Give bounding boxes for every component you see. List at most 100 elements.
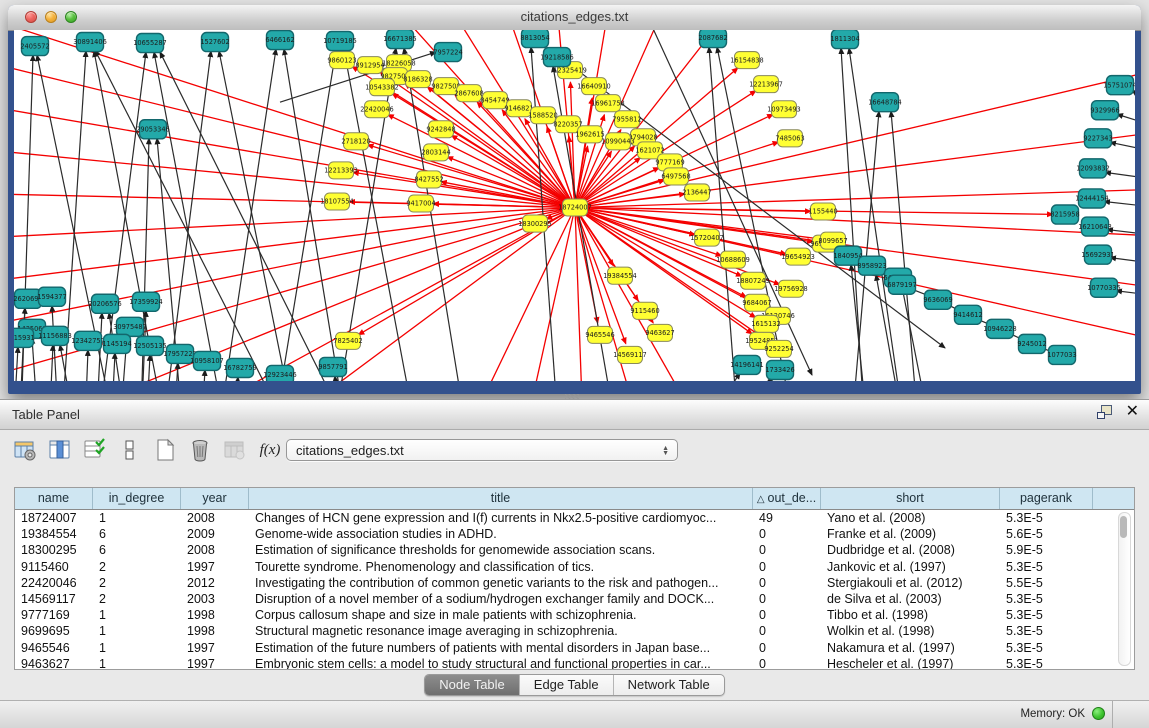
graph-node[interactable]: 3915931 xyxy=(14,328,35,347)
new-table-icon[interactable] xyxy=(152,437,178,463)
graph-node[interactable]: 6466162 xyxy=(265,31,294,50)
graph-node[interactable]: 9636069 xyxy=(923,290,952,309)
graph-node[interactable]: 18107554 xyxy=(320,193,354,210)
selected-edge[interactable] xyxy=(575,98,592,207)
graph-node[interactable]: 19756928 xyxy=(774,280,808,297)
graph-node[interactable]: 16671385 xyxy=(383,30,417,49)
graph-node[interactable]: 22420046 xyxy=(360,101,394,118)
graph-node[interactable]: 10946228 xyxy=(983,319,1017,338)
delete-table-icon[interactable] xyxy=(187,437,213,463)
graph-node[interactable]: 16154838 xyxy=(730,52,764,69)
selected-edge[interactable] xyxy=(367,145,575,208)
edge[interactable] xyxy=(1117,114,1135,124)
edge[interactable] xyxy=(720,377,773,381)
graph-node[interactable]: 8427552 xyxy=(414,171,443,188)
table-selector-dropdown[interactable]: citations_edges.txt ▲▼ xyxy=(286,439,678,461)
graph-node[interactable]: 18807249 xyxy=(736,272,770,289)
graph-node[interactable]: 9252254 xyxy=(764,340,793,357)
table-row[interactable]: 2242004622012Investigating the contribut… xyxy=(15,575,1134,591)
edge[interactable] xyxy=(891,111,918,381)
table-row[interactable]: 1872400712008Changes of HCN gene express… xyxy=(15,510,1134,526)
edge[interactable] xyxy=(14,347,18,381)
graph-node[interactable]: 11156883 xyxy=(38,326,72,345)
graph-node[interactable]: 1155440 xyxy=(808,203,837,220)
table-row[interactable]: 969969511998Structural magnetic resonanc… xyxy=(15,623,1134,639)
table-row[interactable]: 1938455462009Genome-wide association stu… xyxy=(15,526,1134,542)
edge[interactable] xyxy=(154,52,230,381)
citation-network-graph[interactable]: 1872400798601238912954182260589827509105… xyxy=(14,30,1135,381)
graph-node[interactable]: 2087682 xyxy=(698,30,727,48)
graph-node[interactable]: 10655287 xyxy=(133,34,167,53)
graph-node[interactable]: 10719185 xyxy=(323,32,357,51)
edge[interactable] xyxy=(219,51,300,381)
column-header-title[interactable]: title xyxy=(249,488,753,509)
graph-node[interactable]: 30975487 xyxy=(113,317,147,336)
graph-node[interactable]: 16210643 xyxy=(1078,217,1112,236)
graph-node[interactable]: 15720407 xyxy=(690,229,724,246)
graph-node[interactable]: 7955812 xyxy=(612,111,641,128)
graph-node[interactable]: 12213967 xyxy=(749,76,783,93)
graph-node[interactable]: 10990443 xyxy=(601,133,635,150)
column-header-name[interactable]: name xyxy=(15,488,93,509)
graph-node[interactable]: 6879197 xyxy=(887,275,916,294)
select-rows-icon[interactable] xyxy=(82,437,108,463)
graph-node[interactable]: 10770335 xyxy=(1087,278,1121,297)
import-table-icon[interactable] xyxy=(222,437,248,463)
graph-node[interactable]: 16961758 xyxy=(591,95,625,112)
edge[interactable] xyxy=(200,370,205,381)
scrollbar-thumb[interactable] xyxy=(1120,516,1127,538)
graph-node[interactable]: 10958107 xyxy=(190,351,224,370)
graph-node[interactable]: 8215958 xyxy=(1050,205,1079,224)
close-panel-icon[interactable]: ✕ xyxy=(1126,405,1139,419)
graph-node[interactable]: 29053346 xyxy=(136,120,170,139)
graph-node[interactable]: 9245012 xyxy=(1017,334,1046,353)
edge[interactable] xyxy=(1105,172,1135,178)
graph-node[interactable]: 2136447 xyxy=(682,184,711,201)
window-titlebar[interactable]: citations_edges.txt xyxy=(8,5,1141,31)
graph-node[interactable]: 7957224 xyxy=(433,43,462,62)
column-header-year[interactable]: year xyxy=(181,488,249,509)
graph-node[interactable]: 9860123 xyxy=(327,52,356,69)
tab-node-table[interactable]: Node Table xyxy=(425,675,520,695)
graph-node[interactable]: 1527602 xyxy=(200,33,229,52)
graph-node[interactable]: 9465546 xyxy=(585,326,614,343)
edge[interactable] xyxy=(215,49,276,381)
column-header-out_degree[interactable]: △out_de... xyxy=(753,488,821,509)
graph-node[interactable]: 2803144 xyxy=(421,144,450,161)
network-canvas[interactable]: 1872400798601238912954182260589827509105… xyxy=(14,30,1135,381)
edge[interactable] xyxy=(284,49,350,381)
table-row[interactable]: 946554611997Estimation of the future num… xyxy=(15,640,1134,656)
column-header-pagerank[interactable]: pagerank xyxy=(1000,488,1093,509)
edge[interactable] xyxy=(48,345,53,381)
edge[interactable] xyxy=(145,355,150,381)
graph-node[interactable]: 9115460 xyxy=(630,302,659,319)
edge[interactable] xyxy=(110,353,115,381)
graph-node[interactable]: 9857791 xyxy=(318,357,347,376)
graph-node[interactable]: 18724007 xyxy=(558,199,592,216)
graph-node[interactable]: 9242848 xyxy=(426,121,455,138)
graph-node[interactable]: 9329966 xyxy=(1090,101,1119,120)
graph-node[interactable]: 1733426 xyxy=(765,360,794,379)
graph-node[interactable]: 1811304 xyxy=(830,30,859,49)
graph-node[interactable]: 9417004 xyxy=(406,195,435,212)
table-row[interactable]: 1456911722003Disruption of a novel membe… xyxy=(15,591,1134,607)
graph-node[interactable]: 19654923 xyxy=(781,248,815,265)
graph-node[interactable]: 7825402 xyxy=(333,332,362,349)
graph-node[interactable]: 8958923 xyxy=(857,256,886,275)
graph-node[interactable]: 1145194 xyxy=(102,334,131,353)
graph-node[interactable]: 9414612 xyxy=(953,305,982,324)
table-scrollbar[interactable] xyxy=(1118,512,1131,666)
graph-node[interactable]: 19218586 xyxy=(540,48,574,67)
graph-node[interactable]: 8912954 xyxy=(355,57,384,74)
graph-node[interactable]: 7485063 xyxy=(775,130,804,147)
edge[interactable] xyxy=(1110,142,1135,150)
graph-node[interactable]: 20206576 xyxy=(88,294,122,313)
graph-node[interactable]: 2867608 xyxy=(454,85,483,102)
graph-node[interactable]: 9227343 xyxy=(1083,129,1112,148)
graph-node[interactable]: 14569117 xyxy=(613,346,647,363)
graph-node[interactable]: 15751074 xyxy=(1103,76,1135,95)
graph-node[interactable]: 12923446 xyxy=(263,365,297,381)
tab-network-table[interactable]: Network Table xyxy=(614,675,724,695)
graph-node[interactable]: 2718120 xyxy=(341,133,370,150)
float-panel-icon[interactable] xyxy=(1097,405,1112,419)
